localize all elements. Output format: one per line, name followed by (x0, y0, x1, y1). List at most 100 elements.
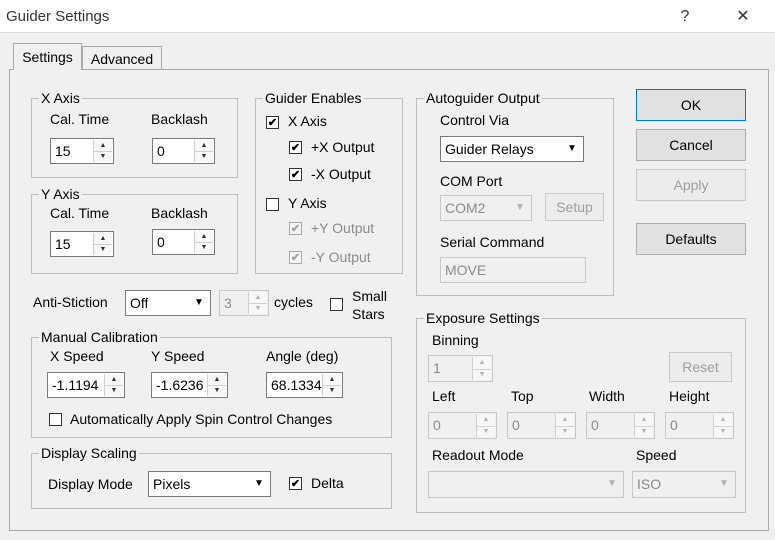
close-button[interactable]: ✕ (720, 3, 766, 31)
title-bar: Guider Settings ? ✕ (0, 0, 775, 33)
plus-y-output-checkbox[interactable]: ✔ (289, 222, 302, 235)
width-input[interactable]: 0 ▲ ▼ (586, 412, 655, 439)
anti-stiction-label: Anti-Stiction (33, 294, 108, 310)
height-input[interactable]: 0 ▲ ▼ (665, 412, 734, 439)
x-speed-spinner[interactable]: ▲ ▼ (104, 374, 123, 396)
y-speed-spinner[interactable]: ▲ ▼ (207, 374, 226, 396)
help-button[interactable]: ? (662, 3, 708, 31)
exposure-settings-title: Exposure Settings (424, 310, 542, 327)
width-value: 0 (591, 417, 599, 433)
tab-advanced[interactable]: Advanced (82, 46, 162, 69)
left-spinner[interactable]: ▲ ▼ (476, 414, 495, 437)
spin-down-icon[interactable]: ▼ (94, 244, 112, 255)
y-axis-checkbox[interactable] (266, 198, 279, 211)
display-mode-value: Pixels (153, 476, 191, 492)
binning-input[interactable]: 1 ▲ ▼ (428, 355, 493, 382)
com-port-select[interactable]: COM2 ▼ (440, 195, 532, 221)
x-cal-time-spinner[interactable]: ▲ ▼ (93, 140, 112, 162)
x-backlash-value: 0 (157, 143, 165, 159)
minus-x-output-checkbox[interactable]: ✔ (289, 168, 302, 181)
com-port-label: COM Port (440, 173, 503, 189)
auto-apply-spin-checkbox[interactable] (49, 413, 62, 426)
left-value: 0 (433, 417, 441, 433)
x-backlash-spinner[interactable]: ▲ ▼ (194, 140, 213, 162)
minus-y-output-checkbox[interactable]: ✔ (289, 251, 302, 264)
small-stars-checkbox[interactable] (330, 298, 343, 311)
ok-button[interactable]: OK (636, 89, 746, 121)
anti-stiction-select[interactable]: Off ▼ (125, 290, 211, 316)
left-input[interactable]: 0 ▲ ▼ (428, 412, 497, 439)
setup-button[interactable]: Setup (545, 193, 604, 221)
y-speed-input[interactable]: -1.6236 ▲ ▼ (151, 372, 228, 398)
width-label: Width (589, 388, 625, 404)
y-speed-label: Y Speed (151, 348, 205, 364)
y-backlash-input[interactable]: 0 ▲ ▼ (152, 229, 215, 255)
serial-command-label: Serial Command (440, 234, 545, 250)
height-label: Height (669, 388, 710, 404)
reset-button[interactable]: Reset (669, 352, 732, 382)
spin-down-icon[interactable]: ▼ (94, 151, 112, 162)
angle-input[interactable]: 68.1334 ▲ ▼ (266, 372, 343, 398)
spin-down-icon[interactable]: ▼ (635, 426, 653, 438)
binning-spinner[interactable]: ▲ ▼ (472, 357, 491, 380)
angle-value: 68.1334 (271, 377, 322, 393)
cancel-button[interactable]: Cancel (636, 129, 746, 161)
speed-select[interactable]: ISO ▼ (632, 471, 736, 498)
serial-command-value: MOVE (445, 262, 487, 278)
chevron-down-icon[interactable]: ▼ (249, 473, 269, 495)
close-icon: ✕ (736, 8, 750, 25)
spin-down-icon[interactable]: ▼ (323, 385, 341, 396)
control-via-select[interactable]: Guider Relays ▼ (440, 136, 584, 162)
minus-x-output-label: -X Output (311, 166, 371, 182)
x-backlash-label: Backlash (151, 111, 208, 127)
spin-down-icon[interactable]: ▼ (249, 303, 267, 314)
x-cal-time-input[interactable]: 15 ▲ ▼ (50, 138, 114, 164)
spin-down-icon[interactable]: ▼ (473, 369, 491, 381)
serial-command-input[interactable]: MOVE (440, 257, 586, 283)
height-value: 0 (670, 417, 678, 433)
left-label: Left (432, 388, 456, 404)
delta-checkbox[interactable]: ✔ (289, 477, 302, 490)
plus-x-output-label: +X Output (311, 139, 375, 155)
top-spinner[interactable]: ▲ ▼ (555, 414, 574, 437)
chevron-down-icon[interactable]: ▼ (602, 473, 622, 496)
spin-down-icon[interactable]: ▼ (477, 426, 495, 438)
top-input[interactable]: 0 ▲ ▼ (507, 412, 576, 439)
spin-down-icon[interactable]: ▼ (195, 242, 213, 253)
plus-y-output-label: +Y Output (311, 220, 375, 236)
control-via-label: Control Via (440, 112, 510, 128)
x-axis-checkbox[interactable]: ✔ (266, 116, 279, 129)
spin-down-icon[interactable]: ▼ (208, 385, 226, 396)
spin-down-icon[interactable]: ▼ (105, 385, 123, 396)
small-stars-label-line1: Small (352, 288, 388, 304)
tab-settings[interactable]: Settings (13, 43, 82, 70)
spin-down-icon[interactable]: ▼ (556, 426, 574, 438)
x-speed-input[interactable]: -1.1194 ▲ ▼ (47, 372, 125, 398)
spin-down-icon[interactable]: ▼ (195, 151, 213, 162)
spin-down-icon[interactable]: ▼ (714, 426, 732, 438)
y-axis-enable-label: Y Axis (288, 195, 327, 211)
width-spinner[interactable]: ▲ ▼ (634, 414, 653, 437)
y-backlash-spinner[interactable]: ▲ ▼ (194, 231, 213, 253)
anti-stiction-cycles-value: 3 (224, 295, 232, 311)
y-cal-time-label: Cal. Time (50, 205, 110, 221)
y-cal-time-input[interactable]: 15 ▲ ▼ (50, 231, 114, 257)
readout-mode-select[interactable]: ▼ (428, 471, 624, 498)
y-cal-time-spinner[interactable]: ▲ ▼ (93, 233, 112, 255)
top-label: Top (511, 388, 534, 404)
anti-stiction-cycles-spinner[interactable]: ▲ ▼ (248, 292, 267, 314)
x-backlash-input[interactable]: 0 ▲ ▼ (152, 138, 215, 164)
x-speed-label: X Speed (50, 348, 104, 364)
display-mode-select[interactable]: Pixels ▼ (148, 471, 271, 497)
anti-stiction-cycles-input[interactable]: 3 ▲ ▼ (219, 290, 269, 316)
defaults-button[interactable]: Defaults (636, 223, 746, 255)
chevron-down-icon[interactable]: ▼ (714, 473, 734, 496)
chevron-down-icon[interactable]: ▼ (510, 197, 530, 219)
apply-button[interactable]: Apply (636, 169, 746, 201)
chevron-down-icon[interactable]: ▼ (189, 292, 209, 314)
angle-spinner[interactable]: ▲ ▼ (322, 374, 341, 396)
x-axis-enable-label: X Axis (288, 113, 327, 129)
plus-x-output-checkbox[interactable]: ✔ (289, 141, 302, 154)
chevron-down-icon[interactable]: ▼ (562, 138, 582, 160)
height-spinner[interactable]: ▲ ▼ (713, 414, 732, 437)
